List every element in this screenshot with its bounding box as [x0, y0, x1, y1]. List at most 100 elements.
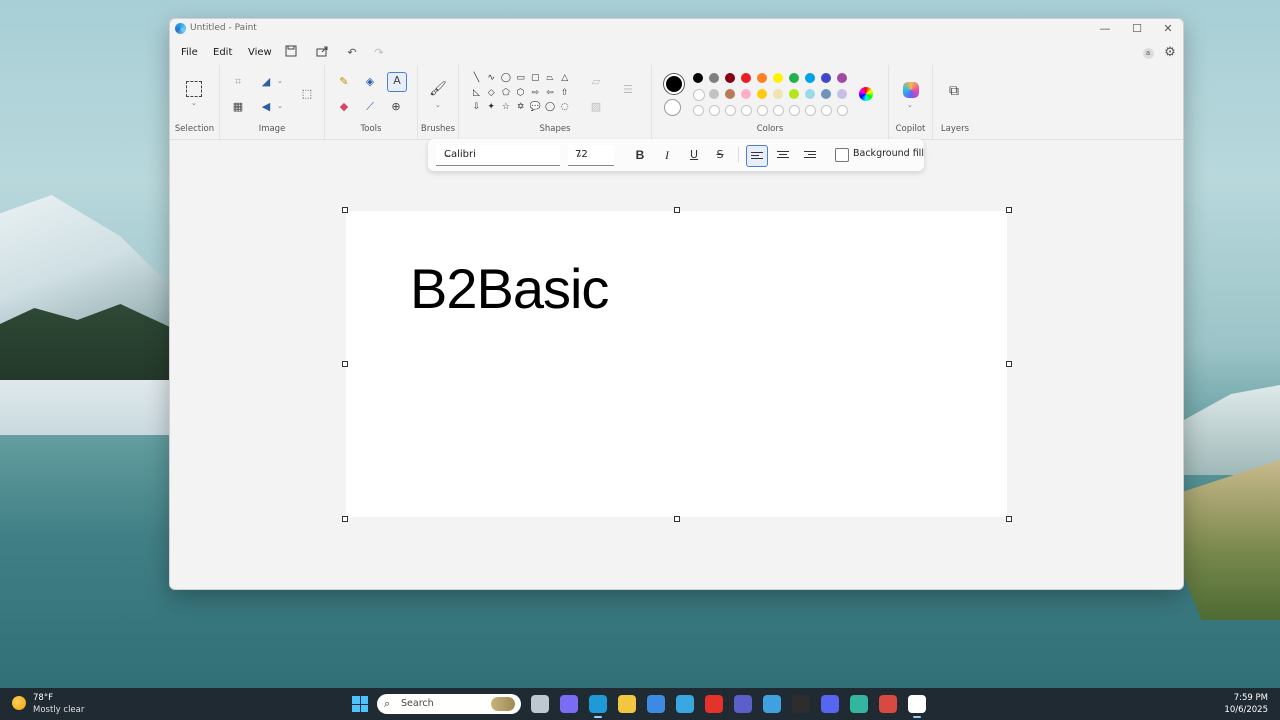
color-swatch-28[interactable] [821, 105, 832, 116]
shape-15-icon[interactable]: ✦ [485, 101, 498, 114]
canvas-text[interactable]: B2Basic [410, 256, 609, 321]
image-generator-icon[interactable]: ⬚ [297, 85, 317, 105]
color-swatch-24[interactable] [757, 105, 768, 116]
resize-handle-bottom[interactable] [674, 516, 680, 522]
underline-button[interactable]: U [685, 146, 703, 164]
drawing-canvas[interactable]: B2Basic [346, 211, 1007, 517]
shape-size-icon[interactable]: ☰ [619, 81, 637, 99]
secondary-color-swatch[interactable] [664, 99, 681, 116]
shape-8-icon[interactable]: ◇ [485, 87, 498, 100]
menu-edit[interactable]: Edit [211, 45, 234, 60]
clock-time[interactable]: 7:59 PM [1234, 693, 1268, 703]
shape-6-icon[interactable]: △ [558, 72, 571, 85]
taskbar-app-edge-icon[interactable] [589, 695, 607, 718]
start-windows-icon[interactable] [352, 696, 368, 712]
resize-handle-bottom-left[interactable] [342, 516, 348, 522]
shape-4-icon[interactable]: ▢ [529, 72, 542, 85]
color-swatch-15[interactable] [773, 89, 783, 99]
resize-handle-bottom-right[interactable] [1006, 516, 1012, 522]
color-swatch-19[interactable] [837, 89, 847, 99]
settings-gear-icon[interactable]: ⚙ [1162, 45, 1178, 61]
shape-7-icon[interactable]: ◺ [470, 87, 483, 100]
color-swatch-21[interactable] [709, 105, 720, 116]
taskbar-app-browser-icon[interactable] [676, 695, 694, 713]
maximize-button[interactable]: ☐ [1122, 19, 1152, 39]
color-swatch-17[interactable] [805, 89, 815, 99]
weather-description[interactable]: Mostly clear [33, 705, 84, 715]
edit-colors-icon[interactable] [859, 87, 873, 101]
weather-temperature[interactable]: 78°F [33, 693, 53, 703]
resize-handle-top-right[interactable] [1006, 207, 1012, 213]
color-swatch-1[interactable] [709, 73, 719, 83]
chevron-down-icon[interactable]: ⌄ [435, 101, 441, 109]
font-size-dropdown[interactable]: 72 ⌄ [568, 145, 614, 166]
redo-icon[interactable]: ↷ [371, 45, 387, 61]
pencil-icon[interactable]: ✎ [335, 73, 353, 91]
italic-button[interactable]: I [658, 146, 676, 164]
rotate-icon[interactable]: ◀ [257, 98, 275, 116]
color-swatch-3[interactable] [741, 73, 751, 83]
resize-handle-right[interactable] [1006, 361, 1012, 367]
color-swatch-22[interactable] [725, 105, 736, 116]
color-swatch-2[interactable] [725, 73, 735, 83]
align-right-button[interactable] [800, 145, 820, 165]
shape-20-icon[interactable]: ◌ [558, 101, 571, 114]
taskbar-app-discord-icon[interactable] [821, 695, 839, 713]
color-swatch-25[interactable] [773, 105, 784, 116]
shape-5-icon[interactable]: ⏢ [544, 72, 557, 85]
shape-11-icon[interactable]: ⇨ [529, 87, 542, 100]
chevron-down-icon[interactable]: ⌄ [277, 102, 283, 110]
layers-icon[interactable]: ⧉ [945, 82, 963, 100]
taskbar-app-app-red-icon[interactable] [705, 695, 723, 713]
clock-date[interactable]: 10/6/2025 [1224, 705, 1268, 715]
resize-handle-left[interactable] [342, 361, 348, 367]
shape-outline-icon[interactable]: ▱ [587, 73, 605, 91]
color-swatch-29[interactable] [837, 105, 848, 116]
color-swatch-26[interactable] [789, 105, 800, 116]
color-swatch-10[interactable] [693, 89, 705, 101]
taskbar-app-app-paint-icon[interactable] [908, 695, 926, 718]
chevron-down-icon[interactable]: ⌄ [191, 99, 197, 107]
align-left-button[interactable] [746, 145, 768, 167]
color-swatch-14[interactable] [757, 89, 767, 99]
color-swatch-0[interactable] [693, 73, 703, 83]
shape-3-icon[interactable]: ▭ [514, 72, 527, 85]
resize-handle-top[interactable] [674, 207, 680, 213]
shape-18-icon[interactable]: 💬 [529, 101, 542, 114]
title-bar[interactable]: Untitled - Paint — ☐ ✕ [170, 19, 1183, 39]
resize-handle-top-left[interactable] [342, 207, 348, 213]
primary-color-swatch[interactable] [664, 74, 684, 94]
shape-fill-icon[interactable]: ▨ [587, 98, 605, 116]
text-tool-icon[interactable]: A [387, 72, 407, 92]
color-swatch-18[interactable] [821, 89, 831, 99]
font-family-dropdown[interactable]: Calibri ⌄ [436, 145, 560, 166]
taskbar-app-file-explorer-icon[interactable] [618, 695, 636, 713]
taskbar-search[interactable]: ⌕ Search [377, 694, 521, 714]
taskbar-app-store-icon[interactable] [647, 695, 665, 713]
color-swatch-16[interactable] [789, 89, 799, 99]
fill-bucket-icon[interactable]: ◈ [361, 73, 379, 91]
color-swatch-8[interactable] [821, 73, 831, 83]
shape-12-icon[interactable]: ⇦ [544, 87, 557, 100]
copilot-icon[interactable] [903, 82, 919, 98]
shape-17-icon[interactable]: ✡ [514, 101, 527, 114]
taskbar-app-photos-icon[interactable] [763, 695, 781, 713]
selection-rect-icon[interactable] [186, 81, 202, 97]
shape-0-icon[interactable]: ╲ [470, 72, 483, 85]
taskbar-app-copilot-icon[interactable] [560, 695, 578, 713]
shape-19-icon[interactable]: ◯ [544, 101, 557, 114]
taskbar-app-app-chrome-icon[interactable] [879, 695, 897, 713]
background-fill-checkbox[interactable] [835, 148, 849, 162]
taskbar-app-app-globe-icon[interactable] [850, 695, 868, 713]
shape-9-icon[interactable]: ⬠ [499, 87, 512, 100]
undo-icon[interactable]: ↶ [344, 45, 360, 61]
select-all-icon[interactable]: ▦ [229, 98, 247, 116]
color-swatch-20[interactable] [693, 105, 704, 116]
menu-file[interactable]: File [179, 45, 200, 60]
taskbar-app-teams-icon[interactable] [734, 695, 752, 713]
strikethrough-button[interactable]: S [711, 146, 729, 164]
menu-view[interactable]: View [246, 45, 274, 60]
bold-button[interactable]: B [631, 146, 649, 164]
shape-2-icon[interactable]: ◯ [499, 72, 512, 85]
color-swatch-5[interactable] [773, 73, 783, 83]
